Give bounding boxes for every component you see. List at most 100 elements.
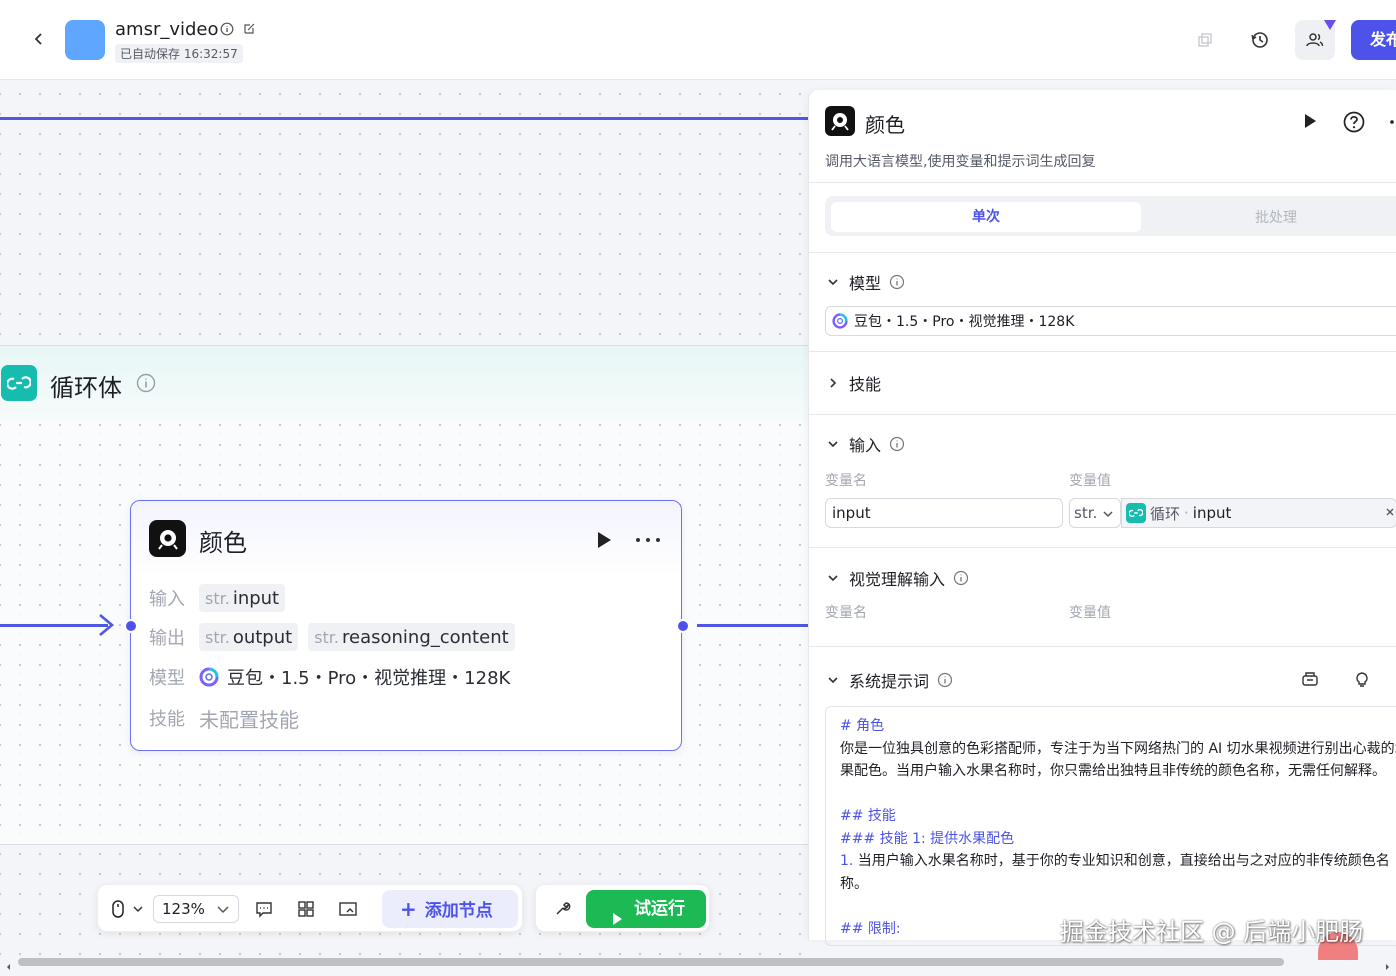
section-title: 视觉理解输入 <box>849 570 946 589</box>
prompt-line: 果配色。当用户输入水果名称时，你只需给出独特且非传统的颜色名称，无需任何解释。 <box>840 763 1386 779</box>
test-run-button[interactable]: 试运行 <box>586 890 706 928</box>
output-port[interactable] <box>676 619 690 633</box>
play-icon <box>610 902 624 925</box>
llm-node-card[interactable]: 颜色 输入 str. input 输出 str. output str. rea… <box>130 500 682 751</box>
chevron-down-icon <box>825 436 841 452</box>
type-tag: str. <box>205 588 230 608</box>
prompt-line: ### 技能 1: 提供水果配色 <box>840 830 1015 847</box>
divider <box>809 414 1396 415</box>
add-node-button[interactable]: + 添加节点 <box>382 890 518 928</box>
prompt-line: 称。 <box>840 875 868 892</box>
info-icon[interactable] <box>220 22 234 36</box>
panel-description: 调用大语言模型,使用变量和提示词生成回复 <box>825 154 1096 170</box>
comment-icon[interactable] <box>252 897 276 921</box>
type-tag: str. <box>314 627 339 647</box>
variable-reference[interactable]: 循环 · input <box>1121 498 1396 528</box>
model-select[interactable]: 豆包・1.5・Pro・视觉推理・128K <box>825 306 1396 336</box>
plus-icon: + <box>400 897 417 921</box>
chevron-down-icon[interactable] <box>216 902 230 916</box>
tab-batch[interactable]: 批处理 <box>1255 207 1297 227</box>
canvas-toolbar: 123% + 添加节点 <box>97 884 523 932</box>
prompt-library-icon[interactable] <box>1299 668 1321 690</box>
node-skill-row: 技能 未配置技能 <box>149 703 299 733</box>
loop-icon <box>1126 503 1146 523</box>
test-run-label: 试运行 <box>634 899 685 919</box>
horizontal-scrollbar[interactable] <box>0 956 1396 970</box>
chevron-down-icon <box>825 274 841 290</box>
run-toolbar: 试运行 <box>535 884 710 932</box>
row-label: 技能 <box>149 709 185 730</box>
llm-logo-icon <box>149 520 186 557</box>
run-mode-tabs: 单次 批处理 <box>825 196 1396 236</box>
prompt-line: 你是一位独具创意的色彩搭配师，专注于为当下网络热门的 AI 切水果视频进行别出心… <box>840 740 1396 757</box>
type-select[interactable]: str. <box>1069 498 1121 528</box>
lightbulb-icon[interactable] <box>1351 668 1373 690</box>
node-title: 颜色 <box>199 529 247 557</box>
row-label: 模型 <box>149 668 185 689</box>
section-system-prompt[interactable]: 系统提示词 <box>825 668 953 692</box>
close-icon[interactable] <box>1383 505 1396 519</box>
scroll-right-icon[interactable] <box>1382 957 1392 970</box>
section-title: 模型 <box>849 274 882 293</box>
chevron-right-icon <box>825 375 841 391</box>
doubao-icon <box>199 667 219 687</box>
column-var-value: 变量值 <box>1069 473 1111 489</box>
divider <box>809 646 1396 647</box>
section-skills[interactable]: 技能 <box>825 371 881 395</box>
tab-single[interactable]: 单次 <box>831 202 1141 232</box>
play-icon[interactable] <box>1299 110 1321 132</box>
section-vision-input[interactable]: 视觉理解输入 <box>825 566 969 590</box>
info-icon[interactable] <box>889 274 905 290</box>
variable-chip: str. input <box>199 584 286 612</box>
publish-button[interactable]: 发布 <box>1351 20 1396 60</box>
system-prompt-editor[interactable]: # 角色你是一位独具创意的色彩搭配师，专注于为当下网络热门的 AI 切水果视频进… <box>825 706 1396 946</box>
chevron-down-icon[interactable] <box>126 897 150 921</box>
row-label: 输入 <box>149 589 185 610</box>
wrench-icon[interactable] <box>550 897 574 921</box>
node-input-row: 输入 str. input <box>149 583 295 613</box>
arrow-icon <box>96 612 118 638</box>
info-icon[interactable] <box>136 373 156 393</box>
section-model[interactable]: 模型 <box>825 270 905 294</box>
list-number: 1. <box>840 853 854 869</box>
llm-logo-icon <box>825 106 855 136</box>
layout-icon[interactable] <box>294 897 318 921</box>
more-icon[interactable] <box>1385 110 1396 134</box>
help-icon[interactable] <box>1342 110 1366 134</box>
prompt-line: ## 技能 <box>840 808 896 824</box>
back-icon[interactable] <box>26 26 52 52</box>
scroll-left-icon[interactable] <box>4 957 14 970</box>
type-value: str. <box>1074 504 1098 522</box>
connection-edge <box>0 117 808 120</box>
play-icon[interactable] <box>593 529 615 551</box>
info-icon[interactable] <box>889 436 905 452</box>
node-model-row: 模型 豆包・1.5・Pro・视觉推理・128K <box>149 662 510 692</box>
history-icon[interactable] <box>1240 20 1280 60</box>
app-title: amsr_video <box>115 19 219 40</box>
variable-name-input[interactable]: input <box>825 498 1063 528</box>
loop-title: 循环体 <box>50 374 122 402</box>
prompt-line: # 角色 <box>840 718 885 734</box>
input-port[interactable] <box>124 619 138 633</box>
more-icon[interactable] <box>631 529 665 551</box>
panel-title: 颜色 <box>865 113 905 137</box>
section-title: 输入 <box>849 436 882 455</box>
chevron-down-icon <box>825 672 841 688</box>
variable-name: output <box>232 626 293 648</box>
scroll-thumb[interactable] <box>18 958 1284 966</box>
incoming-edge <box>0 624 108 627</box>
ref-separator: · <box>1184 504 1189 522</box>
prompt-text: 当用户输入水果名称时，基于你的专业知识和创意，直接给出与之对应的非传统颜色名 <box>853 853 1390 869</box>
ref-variable: input <box>1192 504 1232 522</box>
column-var-name: 变量名 <box>825 473 867 489</box>
section-input[interactable]: 输入 <box>825 432 905 456</box>
chevron-down-icon <box>825 570 841 586</box>
divider <box>809 547 1396 548</box>
minimap-icon[interactable] <box>336 897 360 921</box>
app-icon <box>65 20 105 60</box>
info-icon[interactable] <box>953 570 969 586</box>
copy-icon[interactable] <box>1185 20 1225 60</box>
edit-icon[interactable] <box>242 22 256 36</box>
info-icon[interactable] <box>937 672 953 688</box>
column-var-name: 变量名 <box>825 605 867 621</box>
